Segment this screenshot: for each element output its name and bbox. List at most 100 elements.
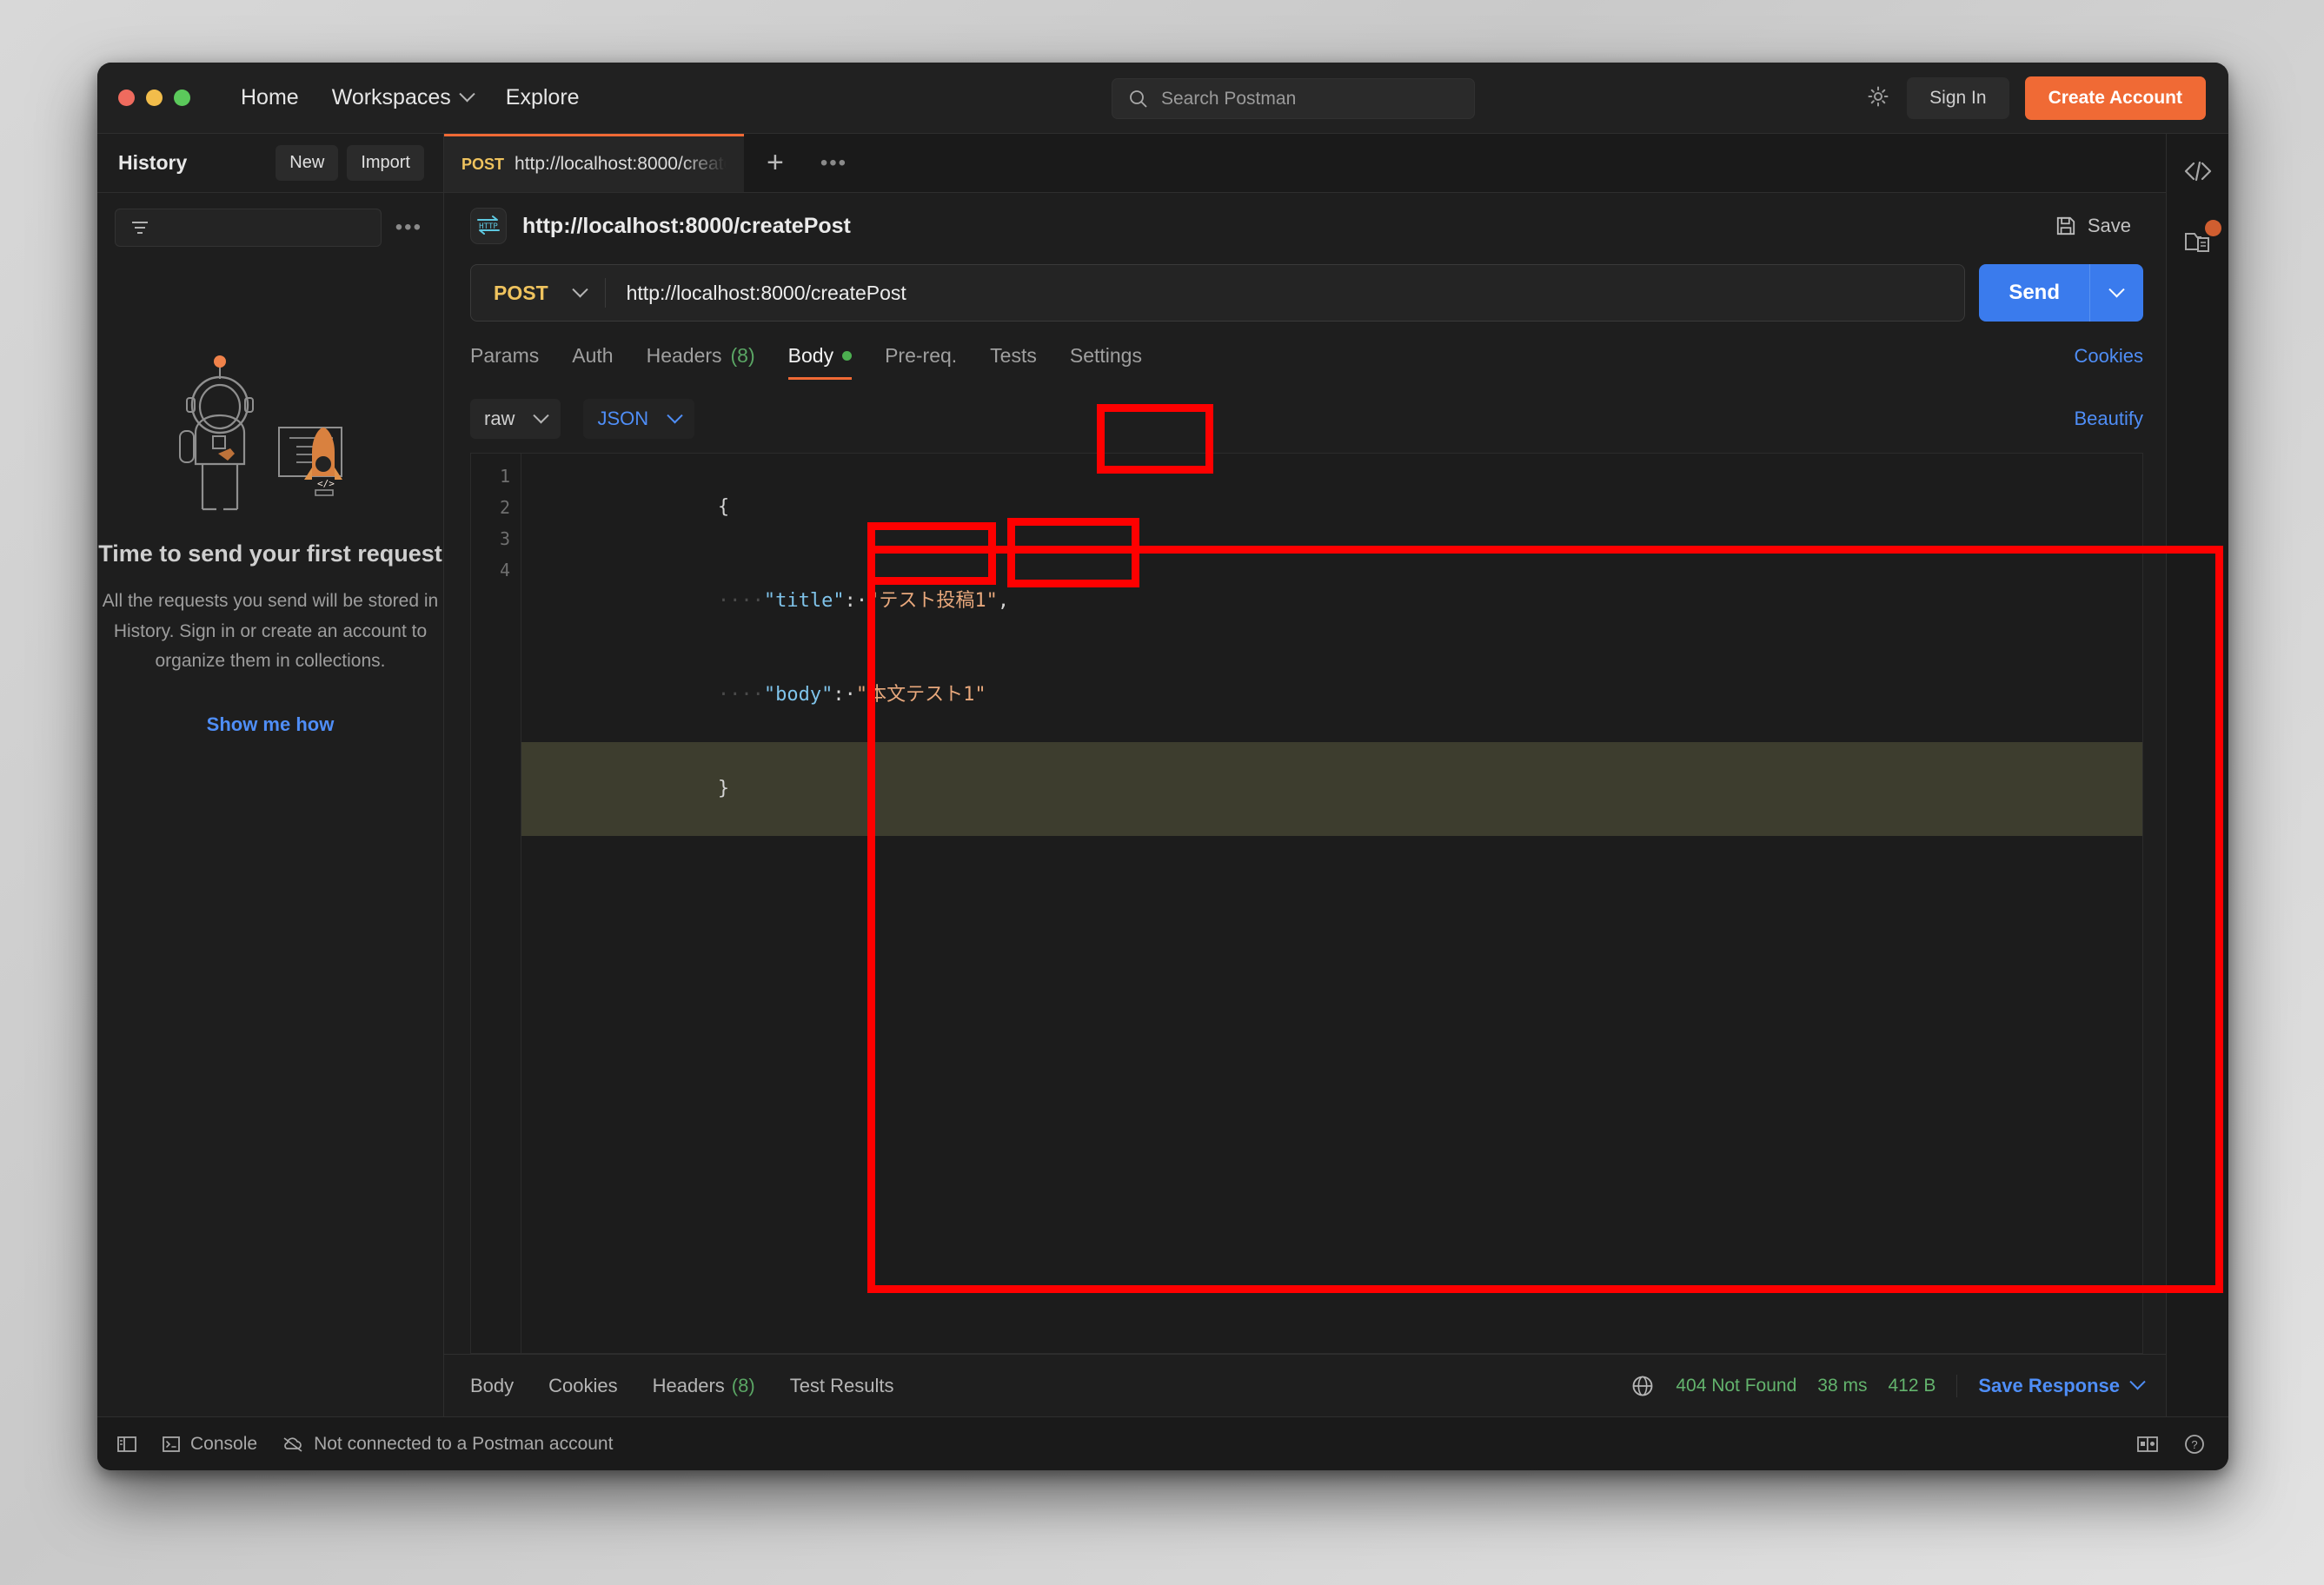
body-format-select[interactable]: JSON <box>583 399 695 439</box>
tab-prereq[interactable]: Pre-req. <box>885 344 957 380</box>
tab-tests-label: Tests <box>990 344 1037 367</box>
documentation-icon[interactable] <box>2183 220 2221 259</box>
cookies-link[interactable]: Cookies <box>2075 345 2143 380</box>
code-line: ····"body":·"本文テスト1" <box>521 648 2142 742</box>
body-controls: raw JSON Beautify <box>444 380 2166 439</box>
response-tab-headers-label: Headers <box>652 1374 725 1396</box>
code-icon[interactable] <box>2183 160 2213 187</box>
response-tab-headers-count: (8) <box>731 1374 755 1396</box>
tab-auth-label: Auth <box>572 344 614 367</box>
cloud-off-icon <box>283 1436 302 1452</box>
response-tab-body-label: Body <box>470 1374 515 1396</box>
status-badge: 404 Not Found <box>1676 1375 1797 1396</box>
svg-text:HTTP: HTTP <box>479 222 498 231</box>
empty-state-heading: Time to send your first request <box>98 540 442 567</box>
code-token: :· <box>844 590 868 612</box>
nav-item-home[interactable]: Home <box>241 85 299 110</box>
url-row: POST http://localhost:8000/createPost Se… <box>444 259 2166 322</box>
help-icon[interactable]: ? <box>2183 1433 2206 1456</box>
response-tab-body[interactable]: Body <box>470 1375 514 1397</box>
line-number: 3 <box>499 528 510 549</box>
code-token: :· <box>833 684 856 706</box>
code-token: "テスト投稿1" <box>867 590 998 612</box>
svg-text:</>: </> <box>317 478 335 489</box>
tabbar-more-button[interactable]: ••• <box>807 134 861 192</box>
request-tab-createpost[interactable]: POST http://localhost:8000/createPost <box>444 134 744 192</box>
save-response-button[interactable]: Save Response <box>1956 1374 2146 1397</box>
code-token: { <box>717 496 730 518</box>
code-token: ···· <box>717 684 764 706</box>
show-me-how-link[interactable]: Show me how <box>207 713 335 736</box>
create-account-button[interactable]: Create Account <box>2024 76 2206 120</box>
method-select[interactable]: POST <box>471 278 606 308</box>
line-number: 4 <box>499 560 510 580</box>
status-bar-right: ? <box>2136 1433 2206 1456</box>
response-tab-headers[interactable]: Headers (8) <box>653 1375 755 1397</box>
chevron-down-icon <box>459 86 475 103</box>
request-tabs: Params Auth Headers (8) Body Pre-req. Te… <box>444 322 2166 380</box>
body-mode-select[interactable]: raw <box>470 399 561 439</box>
sign-in-button[interactable]: Sign In <box>1907 77 2009 119</box>
sidebar-toggle-button[interactable] <box>116 1435 137 1454</box>
tab-method-label: POST <box>461 155 505 173</box>
layout-icon[interactable] <box>2136 1435 2159 1454</box>
tab-headers-label: Headers <box>646 344 722 367</box>
globe-icon <box>1632 1376 1653 1396</box>
empty-state-description: All the requests you send will be stored… <box>102 591 439 672</box>
tab-headers[interactable]: Headers (8) <box>647 344 755 380</box>
account-status[interactable]: Not connected to a Postman account <box>282 1434 613 1455</box>
nav-item-workspaces[interactable]: Workspaces <box>332 85 475 110</box>
main-area: POST http://localhost:8000/createPost + … <box>444 134 2228 1416</box>
close-window-button[interactable] <box>118 90 135 106</box>
response-meta: 404 Not Found 38 ms 412 B Save Response <box>1630 1374 2146 1398</box>
status-bar: Console Not connected to a Postman accou… <box>97 1416 2228 1470</box>
code-line: { <box>521 461 2142 554</box>
response-tab-cookies-label: Cookies <box>548 1374 618 1396</box>
code-token: "body" <box>763 684 833 706</box>
beautify-link[interactable]: Beautify <box>2075 408 2144 430</box>
window-traffic-lights <box>97 90 190 106</box>
chevron-down-icon <box>2108 281 2125 297</box>
send-button[interactable]: Send <box>1979 264 2089 322</box>
notification-badge <box>2204 220 2221 236</box>
postman-window: Home Workspaces Explore Search Postman S… <box>97 63 2228 1470</box>
minimize-window-button[interactable] <box>146 90 163 106</box>
chevron-down-icon <box>667 407 683 423</box>
history-filter-input[interactable] <box>115 209 382 247</box>
save-response-label: Save Response <box>1978 1374 2120 1396</box>
tab-body[interactable]: Body <box>787 344 853 380</box>
tab-auth[interactable]: Auth <box>572 344 613 380</box>
line-number: 2 <box>499 497 510 518</box>
new-button[interactable]: New <box>276 145 339 181</box>
console-label: Console <box>190 1433 258 1454</box>
request-title-row: HTTP http://localhost:8000/createPost Sa… <box>444 193 2166 259</box>
url-input[interactable]: http://localhost:8000/createPost <box>606 282 1965 305</box>
response-tab-cookies[interactable]: Cookies <box>548 1375 617 1397</box>
editor-code[interactable]: { ····"title":·"テスト投稿1", ····"body":·"本文… <box>521 454 2142 1353</box>
tab-tests[interactable]: Tests <box>990 344 1037 380</box>
sidebar-more-button[interactable]: ••• <box>390 216 428 240</box>
new-tab-button[interactable]: + <box>744 134 807 192</box>
console-button[interactable]: Console <box>162 1434 257 1455</box>
save-button[interactable]: Save <box>2042 208 2143 244</box>
send-options-button[interactable] <box>2089 264 2143 322</box>
gear-icon[interactable] <box>1865 83 1891 114</box>
body-modified-dot-icon <box>842 351 853 361</box>
sidebar-filter-row: ••• <box>97 193 443 247</box>
nav-item-explore[interactable]: Explore <box>506 85 580 110</box>
sidebar-title: History <box>118 151 188 174</box>
tab-settings[interactable]: Settings <box>1070 344 1142 380</box>
search-input[interactable]: Search Postman <box>1112 78 1475 119</box>
editor-gutter: 1 2 3 4 <box>471 454 521 1353</box>
sidebar-toggle-icon <box>117 1436 136 1452</box>
code-token: "title" <box>763 590 845 612</box>
tab-params[interactable]: Params <box>470 344 539 380</box>
account-status-label: Not connected to a Postman account <box>314 1433 614 1454</box>
right-rail <box>2166 134 2228 1416</box>
body-editor[interactable]: 1 2 3 4 { ····"title":·"テスト投稿1", ····"bo… <box>470 453 2143 1354</box>
import-button[interactable]: Import <box>347 145 424 181</box>
code-token: "本文テスト1" <box>855 684 986 706</box>
maximize-window-button[interactable] <box>174 90 190 106</box>
response-tab-test-results[interactable]: Test Results <box>790 1375 894 1397</box>
tab-headers-count: (8) <box>730 344 755 367</box>
